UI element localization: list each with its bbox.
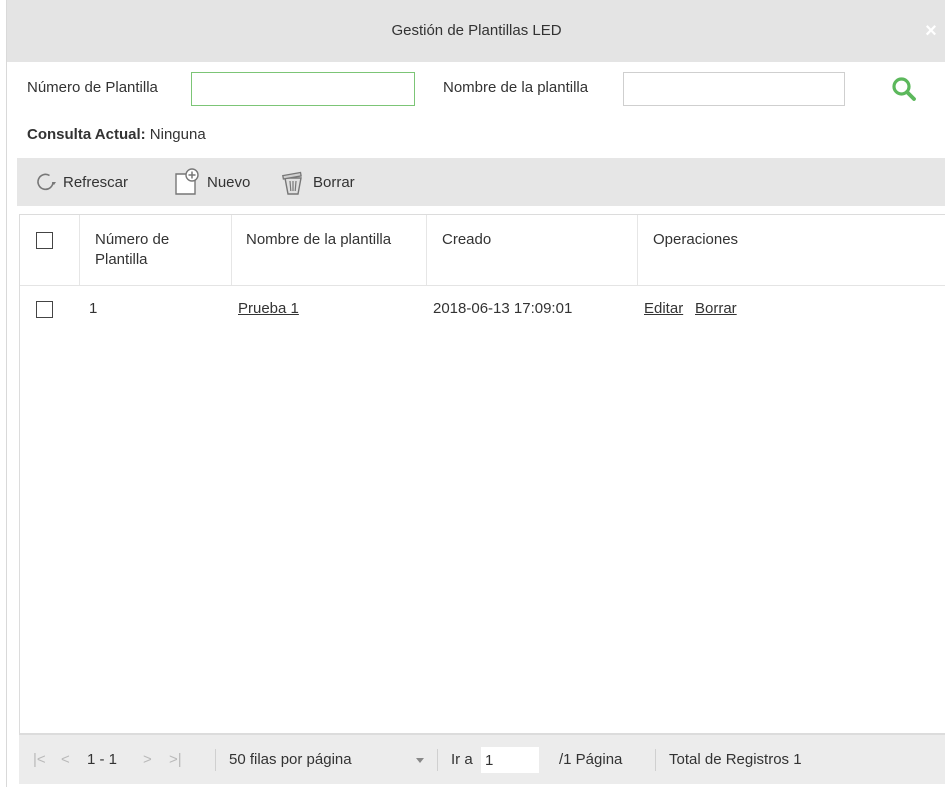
total-pages: /1 Página <box>559 751 623 768</box>
search-bar: Número de Plantilla Nombre de la plantil… <box>7 62 945 120</box>
template-number-label: Número de Plantilla <box>27 79 158 96</box>
template-number-input[interactable] <box>191 72 415 106</box>
last-page-button[interactable]: >| <box>169 735 182 785</box>
row-template-name-link[interactable]: Prueba 1 <box>238 299 299 319</box>
new-document-icon <box>175 168 199 195</box>
new-label: Nuevo <box>207 173 251 191</box>
trash-icon <box>282 171 302 195</box>
close-icon[interactable]: × <box>920 20 942 42</box>
row-template-number: 1 <box>89 300 98 317</box>
goto-page-input[interactable] <box>481 747 539 773</box>
search-icon[interactable] <box>891 76 917 106</box>
current-query-value: Ninguna <box>149 126 206 143</box>
rows-per-page-select[interactable]: 50 filas por página <box>229 735 352 785</box>
header-operations: Operaciones <box>653 231 739 248</box>
page-range: 1 - 1 <box>87 751 118 768</box>
toolbar: Refrescar Nuevo Borrar <box>17 158 945 206</box>
header-template-name[interactable]: Nombre de la plantilla <box>246 230 391 250</box>
title-bar: Gestión de Plantillas LED × <box>7 0 945 62</box>
new-button[interactable]: Nuevo <box>173 158 250 206</box>
delete-label: Borrar <box>313 173 355 191</box>
current-query-label: Consulta Actual: <box>27 126 146 143</box>
row-delete-link[interactable]: Borrar <box>695 299 737 319</box>
table-row[interactable]: 1 Prueba 1 2018-06-13 17:09:01 Editar Bo… <box>20 286 945 330</box>
header-created[interactable]: Creado <box>442 230 491 250</box>
current-query: Consulta Actual: Ninguna <box>27 126 206 143</box>
table-header: Número de Plantilla Nombre de la plantil… <box>20 215 945 286</box>
next-page-button[interactable]: > <box>143 735 152 785</box>
header-template-number[interactable]: Número de Plantilla <box>95 230 225 270</box>
pagination-bar: |< < 1 - 1 > >| 50 filas por página Ir a… <box>19 734 945 784</box>
template-name-label: Nombre de la plantilla <box>443 79 589 96</box>
dialog-title: Gestión de Plantillas LED <box>391 22 562 39</box>
goto-label: Ir a <box>451 751 473 768</box>
refresh-icon <box>37 173 56 191</box>
template-name-input[interactable] <box>623 72 845 106</box>
row-edit-link[interactable]: Editar <box>644 299 683 319</box>
total-records: Total de Registros 1 <box>669 751 802 768</box>
chevron-down-icon[interactable] <box>415 735 425 785</box>
prev-page-button[interactable]: < <box>61 735 70 785</box>
row-created: 2018-06-13 17:09:01 <box>433 300 573 317</box>
select-all-checkbox[interactable] <box>36 232 53 249</box>
refresh-label: Refrescar <box>63 173 129 191</box>
delete-button[interactable]: Borrar <box>279 158 355 206</box>
refresh-button[interactable]: Refrescar <box>35 158 128 206</box>
templates-table: Número de Plantilla Nombre de la plantil… <box>19 214 945 734</box>
first-page-button[interactable]: |< <box>33 735 46 785</box>
led-template-dialog: Gestión de Plantillas LED × Número de Pl… <box>6 0 945 787</box>
row-checkbox[interactable] <box>36 301 53 318</box>
